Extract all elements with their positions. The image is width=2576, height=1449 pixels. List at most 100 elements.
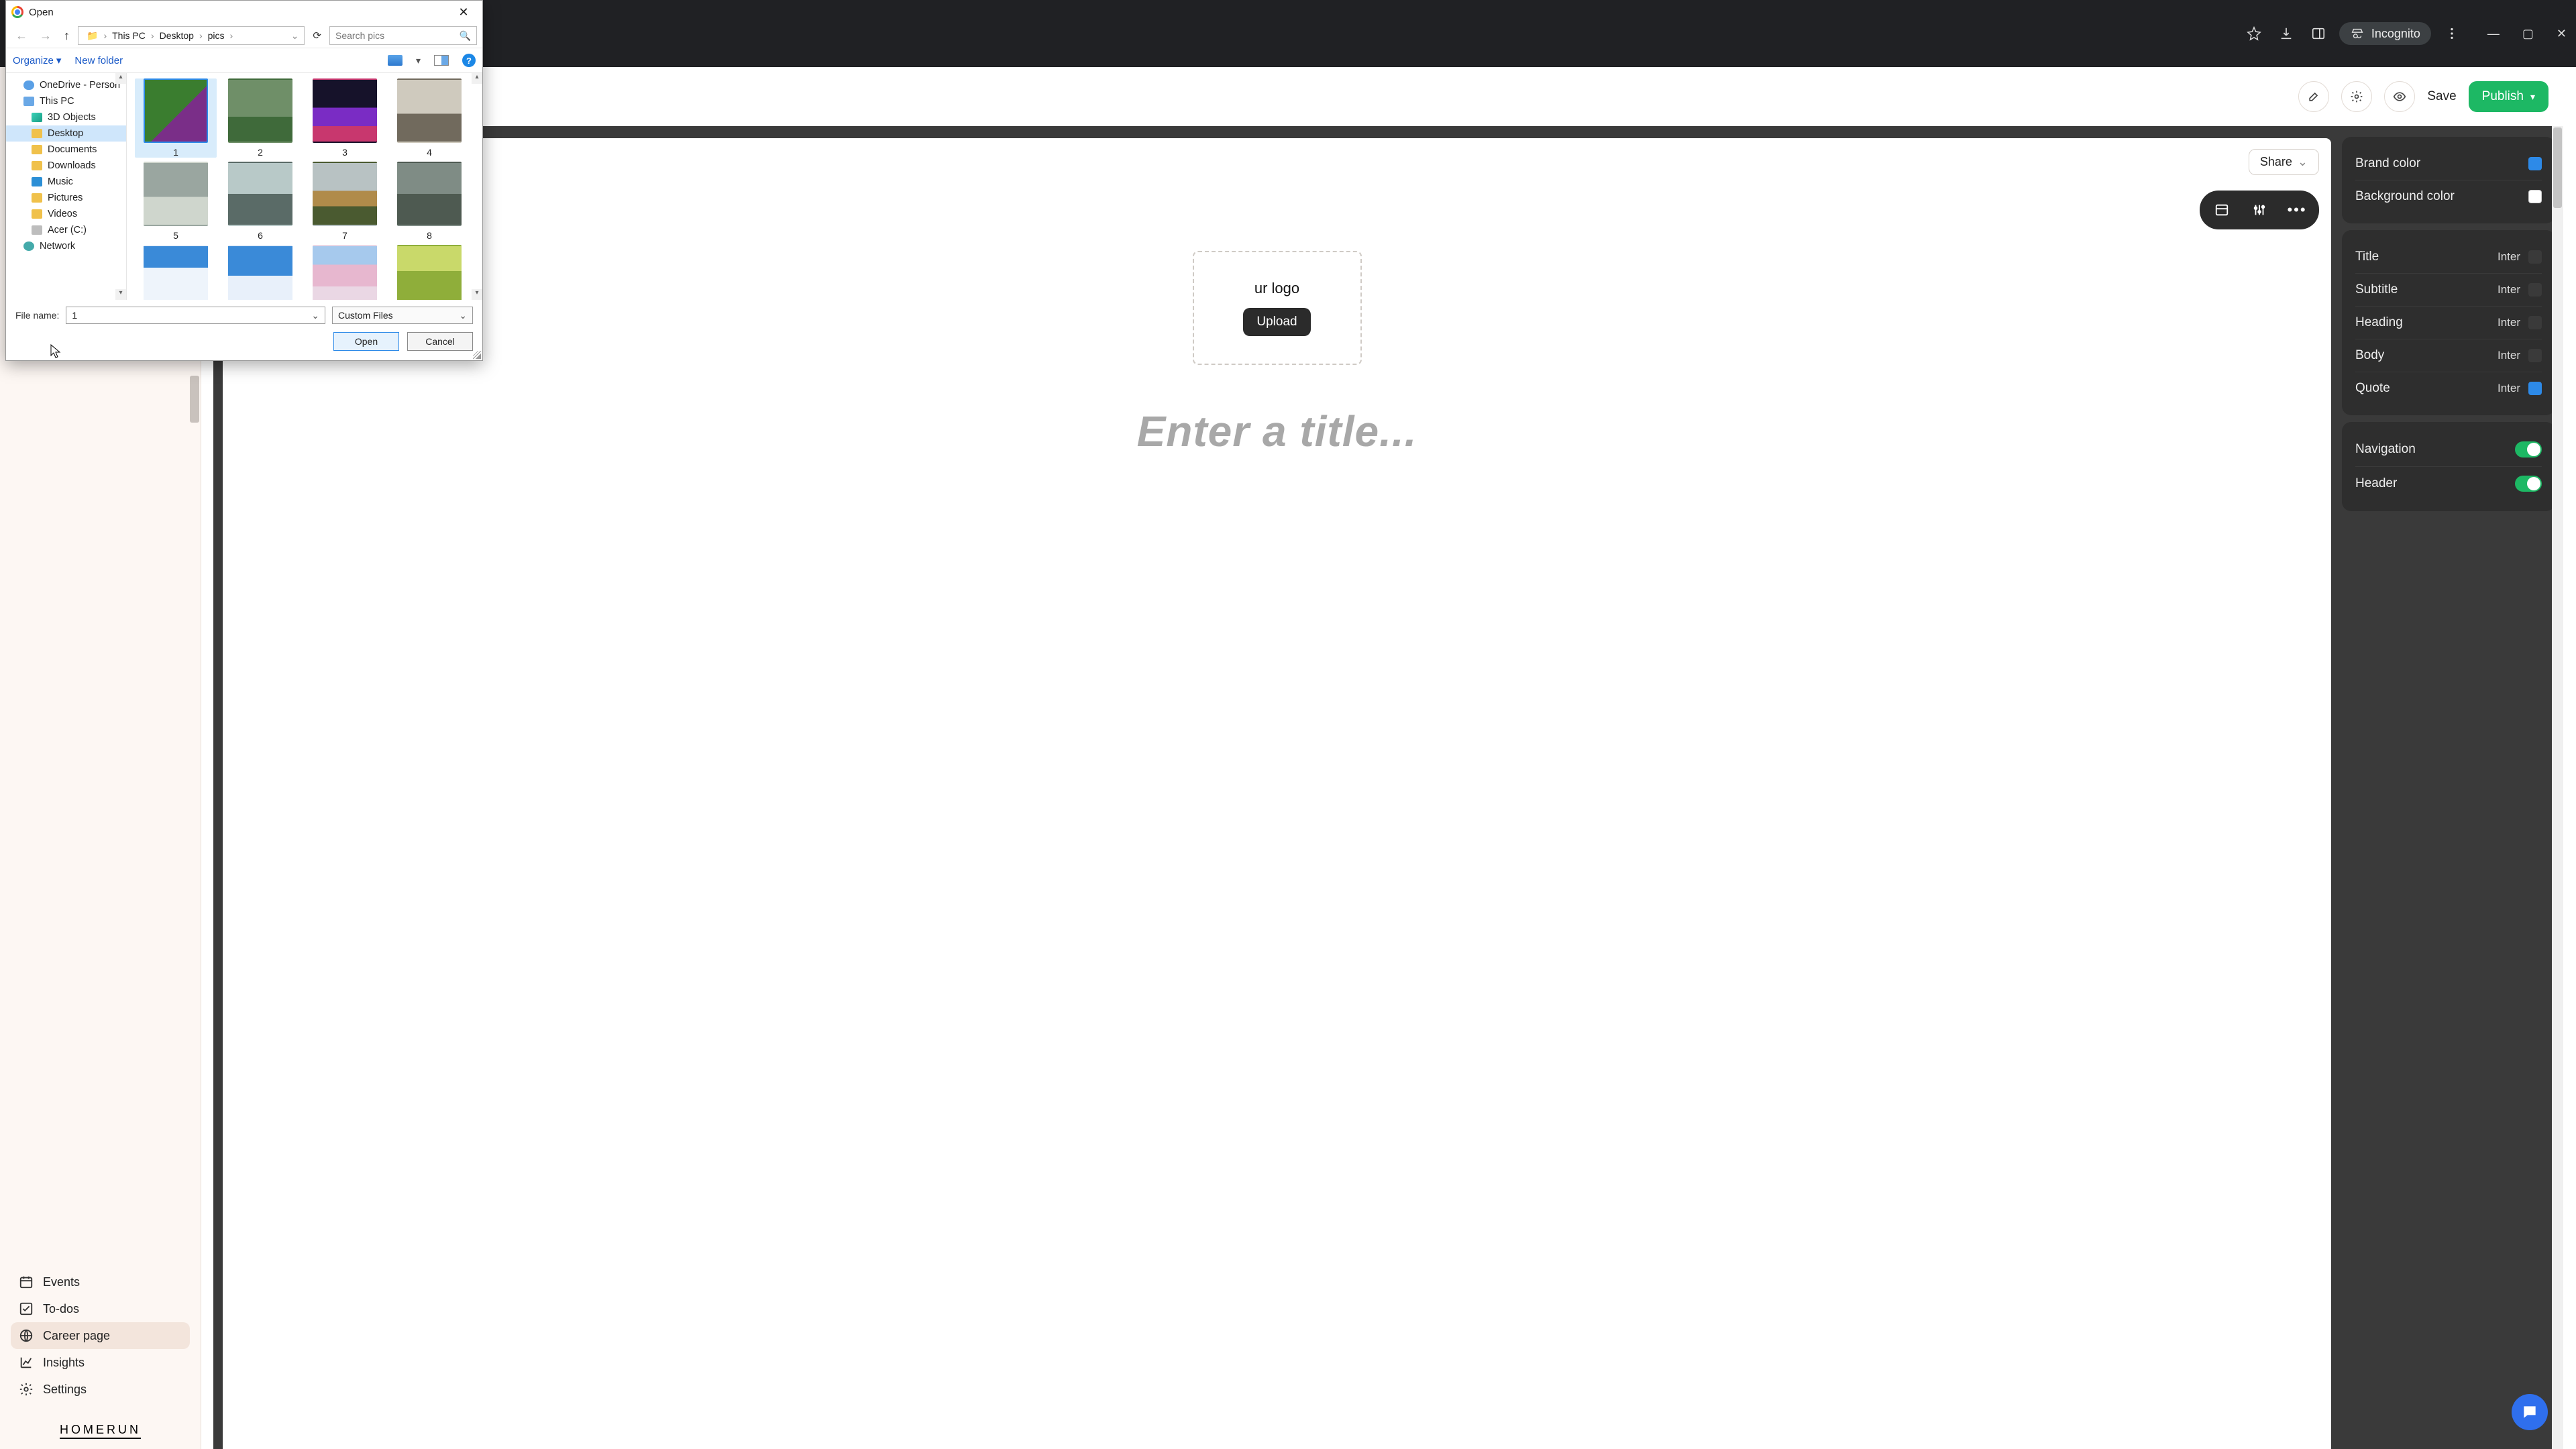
- typo-swatch[interactable]: [2528, 316, 2542, 329]
- breadcrumb-seg[interactable]: Desktop: [157, 30, 197, 41]
- forward-button[interactable]: →: [36, 29, 56, 43]
- kebab-icon[interactable]: [2440, 22, 2463, 45]
- brand-color-swatch[interactable]: [2528, 157, 2542, 170]
- cancel-button[interactable]: Cancel: [407, 332, 473, 351]
- star-icon[interactable]: [2243, 22, 2265, 45]
- upload-button[interactable]: Upload: [1243, 308, 1310, 336]
- typo-swatch[interactable]: [2528, 250, 2542, 264]
- tree-item[interactable]: Music: [6, 174, 126, 190]
- layout-button[interactable]: [2209, 197, 2235, 223]
- breadcrumb-root[interactable]: 📁: [84, 30, 101, 42]
- thumbnail-image: [313, 162, 377, 226]
- typo-swatch[interactable]: [2528, 382, 2542, 395]
- dialog-close-button[interactable]: ✕: [450, 5, 477, 19]
- adjust-button[interactable]: [2247, 197, 2272, 223]
- file-thumb[interactable]: [388, 245, 470, 300]
- new-folder-button[interactable]: New folder: [74, 55, 123, 66]
- navigation-toggle[interactable]: [2515, 441, 2542, 458]
- publish-button[interactable]: Publish: [2469, 81, 2548, 112]
- file-name-input[interactable]: 1: [66, 307, 325, 324]
- tree-scroll-up[interactable]: ▴: [115, 73, 126, 84]
- more-button[interactable]: •••: [2284, 197, 2310, 223]
- panel-scrollbar[interactable]: [2552, 126, 2563, 1449]
- file-thumb[interactable]: [304, 245, 386, 300]
- file-thumb[interactable]: 4: [388, 78, 470, 158]
- file-thumb[interactable]: 8: [388, 162, 470, 241]
- sidebar-item-insights[interactable]: Insights: [11, 1349, 190, 1376]
- typo-font[interactable]: Inter: [2498, 250, 2520, 264]
- refresh-button[interactable]: ⟳: [309, 30, 325, 42]
- header-toggle[interactable]: [2515, 476, 2542, 492]
- career-page-canvas[interactable]: Share ••• ur logo Upload Enter a title..…: [223, 138, 2331, 1449]
- file-name: 5: [135, 230, 217, 241]
- up-button[interactable]: ↑: [60, 29, 74, 43]
- search-input[interactable]: Search pics 🔍: [329, 26, 477, 45]
- breadcrumb[interactable]: 📁›This PC›Desktop›pics›⌄: [78, 26, 305, 45]
- tree-item[interactable]: This PC: [6, 93, 126, 109]
- panel-scrollbar-thumb[interactable]: [2553, 127, 2562, 208]
- typo-swatch[interactable]: [2528, 283, 2542, 297]
- sidebar-item-career-page[interactable]: Career page: [11, 1322, 190, 1349]
- grid-scroll-up[interactable]: ▴: [472, 73, 482, 84]
- chrome-icon: [11, 6, 23, 18]
- breadcrumb-seg[interactable]: pics: [205, 30, 227, 41]
- tree-item[interactable]: Acer (C:): [6, 222, 126, 238]
- file-thumb[interactable]: [135, 245, 217, 300]
- breadcrumb-seg[interactable]: This PC: [109, 30, 148, 41]
- tree-item[interactable]: Videos: [6, 206, 126, 222]
- file-thumb[interactable]: 1: [135, 78, 217, 158]
- breadcrumb-dropdown[interactable]: ⌄: [291, 30, 299, 42]
- file-name-label: File name:: [15, 310, 59, 321]
- tree-item[interactable]: Downloads: [6, 158, 126, 174]
- close-button[interactable]: ✕: [2557, 27, 2567, 41]
- file-thumb[interactable]: [219, 245, 301, 300]
- title-placeholder[interactable]: Enter a title...: [223, 407, 2331, 456]
- tree-item[interactable]: Network: [6, 238, 126, 254]
- preview-pane-button[interactable]: [434, 55, 449, 66]
- bg-color-swatch[interactable]: [2528, 190, 2542, 203]
- panel-icon[interactable]: [2307, 22, 2330, 45]
- sidebar-item-todos[interactable]: To-dos: [11, 1295, 190, 1322]
- view-mode-button[interactable]: [388, 55, 402, 66]
- save-button[interactable]: Save: [2427, 89, 2456, 104]
- maximize-button[interactable]: ▢: [2522, 27, 2534, 41]
- file-thumb[interactable]: 2: [219, 78, 301, 158]
- sidebar-item-events[interactable]: Events: [11, 1269, 190, 1295]
- typo-font[interactable]: Inter: [2498, 316, 2520, 329]
- search-icon: 🔍: [460, 30, 471, 42]
- tree-item[interactable]: Documents: [6, 142, 126, 158]
- typo-swatch[interactable]: [2528, 349, 2542, 362]
- grid-scroll-down[interactable]: ▾: [472, 289, 482, 300]
- logo-upload-zone[interactable]: ur logo Upload: [1193, 251, 1362, 365]
- file-thumb[interactable]: 3: [304, 78, 386, 158]
- file-thumb[interactable]: 7: [304, 162, 386, 241]
- brush-button[interactable]: [2298, 81, 2329, 112]
- help-button[interactable]: ?: [462, 54, 476, 67]
- tree-item[interactable]: 3D Objects: [6, 109, 126, 125]
- typo-font[interactable]: Inter: [2498, 382, 2520, 395]
- download-icon[interactable]: [2275, 22, 2298, 45]
- back-button[interactable]: ←: [11, 29, 32, 43]
- preview-button[interactable]: [2384, 81, 2415, 112]
- settings-button[interactable]: [2341, 81, 2372, 112]
- resize-grip[interactable]: [473, 351, 481, 359]
- incognito-badge[interactable]: Incognito: [2339, 22, 2431, 45]
- file-thumb[interactable]: 5: [135, 162, 217, 241]
- typo-font[interactable]: Inter: [2498, 349, 2520, 362]
- file-type-select[interactable]: Custom Files: [332, 307, 473, 324]
- typo-font[interactable]: Inter: [2498, 283, 2520, 297]
- tree-item[interactable]: Pictures: [6, 190, 126, 206]
- sidebar-scrollbar-thumb[interactable]: [190, 376, 199, 423]
- tree-item[interactable]: Desktop: [6, 125, 126, 142]
- tree-item[interactable]: OneDrive - Person: [6, 77, 126, 93]
- sidebar-item-settings[interactable]: Settings: [11, 1376, 190, 1403]
- chat-button[interactable]: [2512, 1394, 2548, 1430]
- tree-scroll-down[interactable]: ▾: [115, 289, 126, 300]
- organize-button[interactable]: Organize ▾: [13, 54, 61, 66]
- minimize-button[interactable]: —: [2487, 27, 2500, 41]
- checkbox-icon: [19, 1301, 34, 1316]
- dialog-address-bar: ← → ↑ 📁›This PC›Desktop›pics›⌄ ⟳ Search …: [6, 23, 482, 48]
- file-thumb[interactable]: 6: [219, 162, 301, 241]
- open-button[interactable]: Open: [333, 332, 399, 351]
- share-button[interactable]: Share: [2249, 149, 2319, 175]
